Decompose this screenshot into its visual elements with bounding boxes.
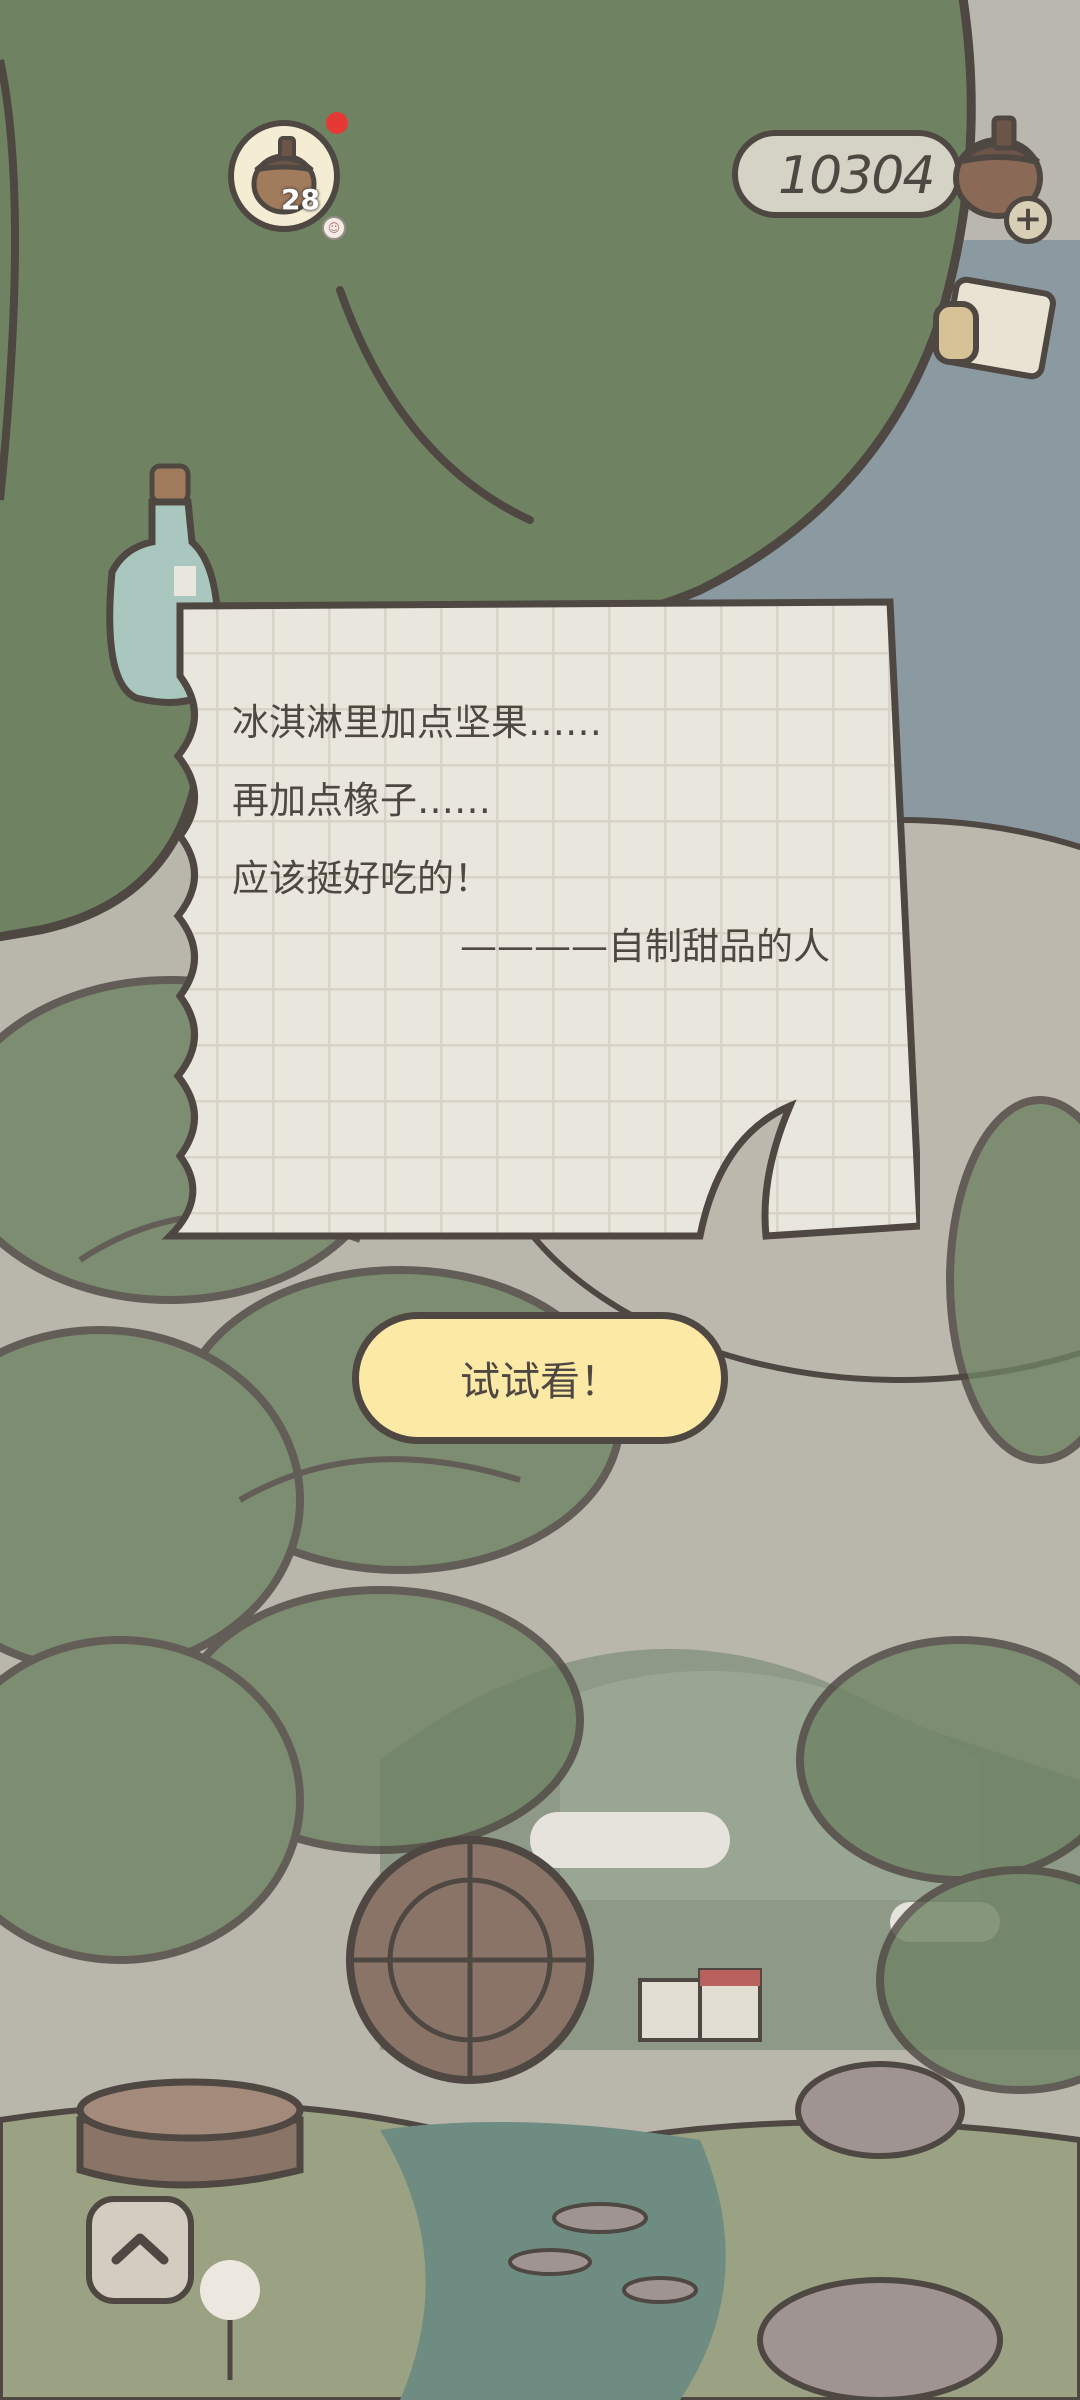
note-line-1: 冰淇淋里加点坚果…… bbox=[232, 701, 602, 744]
mail-icon[interactable] bbox=[930, 270, 1060, 390]
status-small-icon: ☺ bbox=[322, 216, 346, 240]
try-button-label: 试试看！ bbox=[460, 1359, 620, 1405]
red-dot-icon bbox=[326, 112, 348, 134]
message-note: 冰淇淋里加点坚果…… 再加点橡子…… 应该挺好吃的！ ————自制甜品的人 bbox=[160, 596, 920, 1256]
note-signature: ————自制甜品的人 bbox=[460, 925, 830, 968]
note-line-2: 再加点橡子…… bbox=[232, 779, 491, 822]
currency-amount: 10304 bbox=[778, 146, 935, 206]
expand-menu-button[interactable] bbox=[86, 2196, 194, 2304]
try-button[interactable]: 试试看！ bbox=[352, 1312, 728, 1444]
currency-counter[interactable]: 10304 bbox=[732, 130, 962, 218]
player-level: 28 bbox=[281, 183, 320, 216]
note-line-3: 应该挺好吃的！ bbox=[232, 857, 491, 900]
plus-icon[interactable]: + bbox=[1004, 196, 1052, 244]
chevron-up-icon bbox=[111, 2233, 169, 2265]
player-level-badge[interactable]: 28 bbox=[228, 120, 340, 232]
